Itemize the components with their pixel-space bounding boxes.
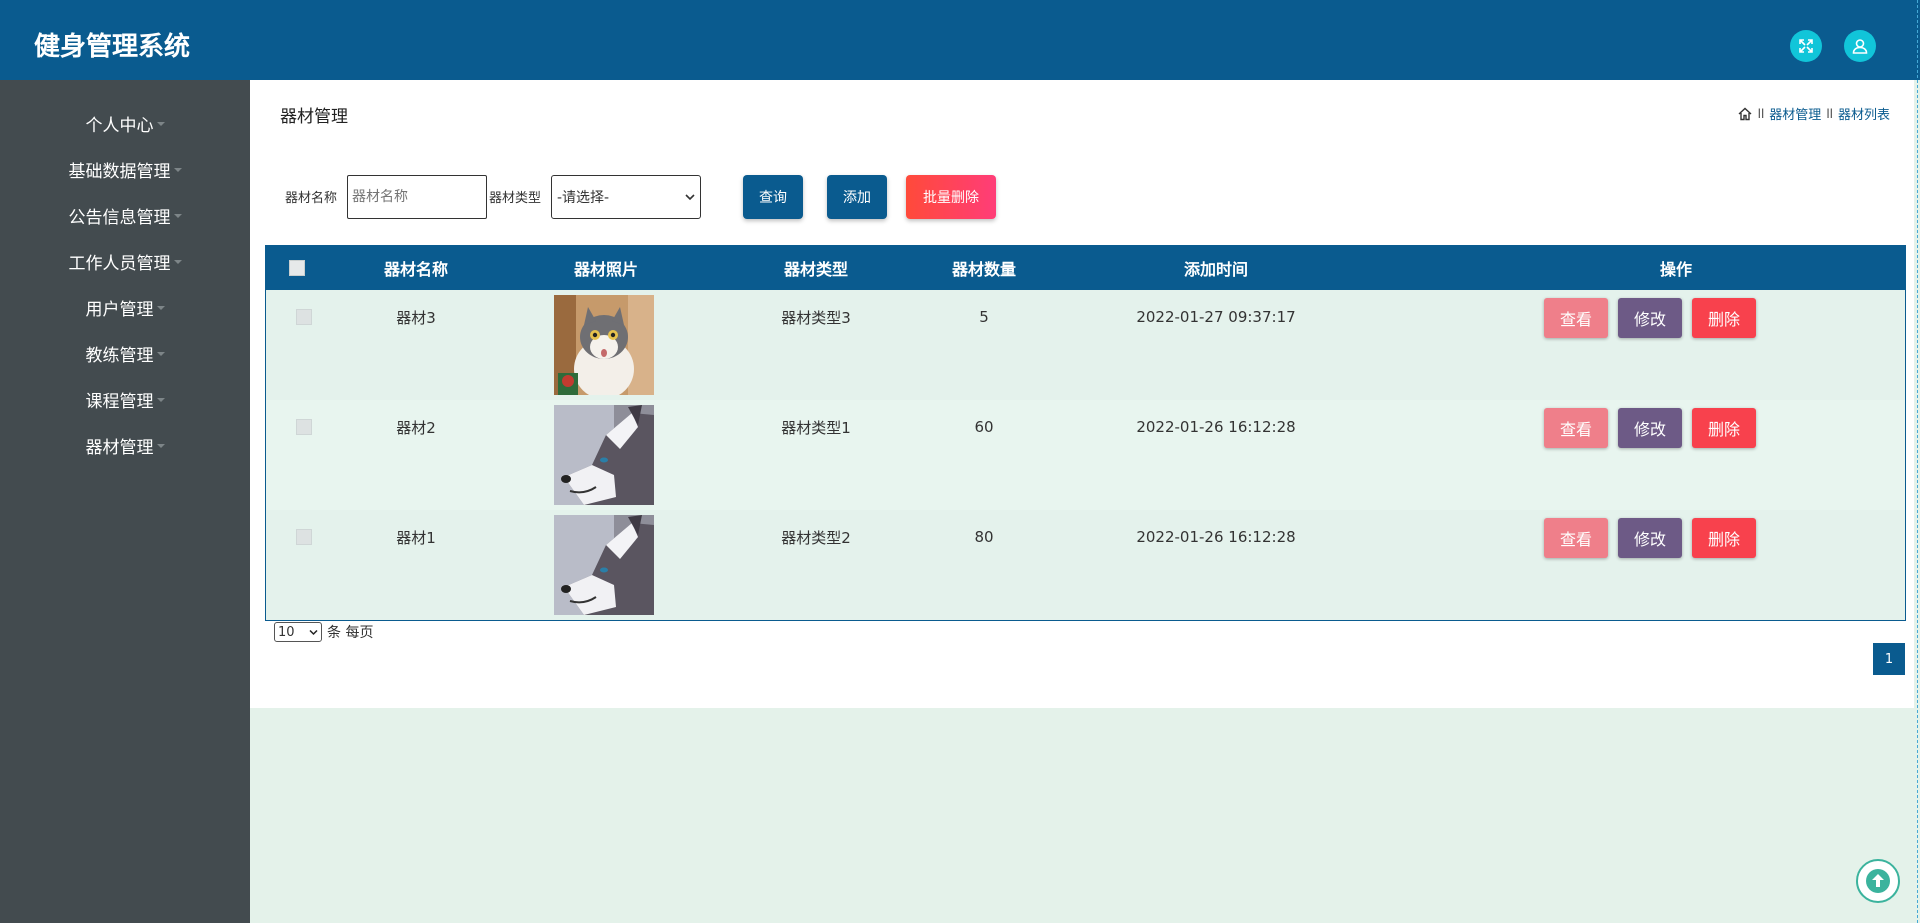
select-value: -请选择- — [557, 190, 610, 206]
chevron-down-icon — [173, 214, 182, 218]
chevron-down-icon — [156, 306, 165, 310]
cell-time: 2022-01-26 16:12:28 — [1136, 528, 1296, 546]
fullscreen-icon[interactable] — [1790, 30, 1822, 62]
sidebar-item-announcements[interactable]: 公告信息管理 — [0, 197, 250, 233]
cat-photo — [554, 295, 654, 395]
edit-button[interactable]: 修改 — [1618, 298, 1682, 338]
breadcrumb-equipment-list[interactable]: 器材列表 — [1838, 104, 1890, 123]
chevron-down-icon — [156, 398, 165, 402]
app-title: 健身管理系统 — [34, 32, 191, 62]
sidebar-item-label: 器材管理 — [85, 437, 154, 458]
home-icon[interactable] — [1737, 106, 1753, 122]
sidebar-item-label: 教练管理 — [85, 345, 154, 366]
equipment-name-input[interactable] — [347, 175, 487, 219]
page-size-select[interactable]: 10 — [274, 622, 322, 642]
sidebar: 个人中心 基础数据管理 公告信息管理 工作人员管理 用户管理 教练管理 课程管理… — [0, 80, 250, 923]
sidebar-item-label: 用户管理 — [85, 299, 154, 320]
col-photo-header: 器材照片 — [573, 260, 638, 279]
chevron-down-icon — [309, 629, 318, 635]
arrow-up-icon — [1866, 869, 1890, 893]
view-button[interactable]: 查看 — [1544, 298, 1608, 338]
sidebar-item-profile[interactable]: 个人中心 — [0, 105, 250, 141]
back-to-top-button[interactable] — [1856, 859, 1900, 903]
cell-type: 器材类型2 — [781, 528, 851, 547]
cell-type: 器材类型3 — [781, 308, 851, 327]
row-checkbox[interactable] — [296, 309, 312, 325]
batch-delete-button[interactable]: 批量删除 — [906, 175, 996, 219]
delete-button[interactable]: 删除 — [1692, 298, 1756, 338]
cell-quantity: 5 — [979, 308, 989, 326]
sidebar-item-coaches[interactable]: 教练管理 — [0, 335, 250, 371]
chevron-down-icon — [685, 194, 695, 201]
husky-photo — [554, 405, 654, 505]
page-size-suffix: 条 每页 — [327, 625, 374, 641]
sidebar-item-courses[interactable]: 课程管理 — [0, 381, 250, 417]
cell-type: 器材类型1 — [781, 418, 851, 437]
table-row: 器材1 器材类型2 80 2022-01-26 16:12:28 查看 修改 删… — [266, 510, 1905, 620]
page-button-current[interactable]: 1 — [1873, 643, 1905, 675]
chevron-down-icon — [156, 122, 165, 126]
equipment-table: 器材名称 器材照片 器材类型 器材数量 添加时间 操作 器材3 器材类型3 5 … — [265, 245, 1906, 621]
sidebar-item-basic-data[interactable]: 基础数据管理 — [0, 151, 250, 187]
chevron-down-icon — [156, 444, 165, 448]
col-time-header: 添加时间 — [1183, 260, 1248, 279]
equipment-name-label: 器材名称 — [285, 191, 338, 206]
page-size-control: 10 条 每页 — [274, 622, 373, 642]
select-all-checkbox[interactable] — [288, 246, 306, 290]
add-button[interactable]: 添加 — [827, 175, 887, 219]
table-row: 器材2 器材类型1 60 2022-01-26 16:12:28 查看 修改 删… — [266, 400, 1905, 510]
chevron-down-icon — [173, 168, 182, 172]
col-type-header: 器材类型 — [783, 260, 848, 279]
sidebar-item-equipment[interactable]: 器材管理 — [0, 427, 250, 463]
edit-button[interactable]: 修改 — [1618, 408, 1682, 448]
husky-photo — [554, 515, 654, 615]
table-row: 器材3 器材类型3 5 2022-01-27 09:37:17 查看 修改 删除 — [266, 290, 1905, 400]
col-quantity-header: 器材数量 — [951, 260, 1016, 279]
cell-name: 器材1 — [396, 528, 436, 547]
cell-name: 器材2 — [396, 418, 436, 437]
chevron-down-icon — [173, 260, 182, 264]
col-actions-header: 操作 — [1659, 260, 1692, 279]
chevron-down-icon — [156, 352, 165, 356]
page-title: 器材管理 — [280, 107, 348, 127]
cell-time: 2022-01-27 09:37:17 — [1136, 308, 1296, 326]
equipment-type-label: 器材类型 — [489, 191, 542, 206]
view-button[interactable]: 查看 — [1544, 408, 1608, 448]
row-checkbox[interactable] — [296, 529, 312, 545]
sidebar-item-label: 个人中心 — [85, 115, 154, 136]
equipment-type-select[interactable]: -请选择- — [551, 175, 701, 219]
edit-button[interactable]: 修改 — [1618, 518, 1682, 558]
query-button[interactable]: 查询 — [743, 175, 803, 219]
page-size-value: 10 — [278, 624, 295, 640]
top-header: 健身管理系统 — [0, 0, 1920, 80]
view-button[interactable]: 查看 — [1544, 518, 1608, 558]
row-checkbox[interactable] — [296, 419, 312, 435]
col-name-header: 器材名称 — [383, 260, 448, 279]
table-header: 器材名称 器材照片 器材类型 器材数量 添加时间 操作 — [266, 246, 1905, 290]
sidebar-item-users[interactable]: 用户管理 — [0, 289, 250, 325]
user-icon[interactable] — [1844, 30, 1876, 62]
breadcrumb-equipment-management[interactable]: 器材管理 — [1769, 104, 1821, 123]
sidebar-item-label: 课程管理 — [85, 391, 154, 412]
sidebar-item-label: 基础数据管理 — [68, 161, 171, 182]
cell-quantity: 80 — [974, 528, 994, 546]
sidebar-item-staff[interactable]: 工作人员管理 — [0, 243, 250, 279]
breadcrumb: ll 器材管理 ll 器材列表 — [1737, 104, 1890, 123]
cell-name: 器材3 — [396, 308, 436, 327]
cell-time: 2022-01-26 16:12:28 — [1136, 418, 1296, 436]
sidebar-item-label: 公告信息管理 — [68, 207, 171, 228]
delete-button[interactable]: 删除 — [1692, 518, 1756, 558]
cell-quantity: 60 — [974, 418, 994, 436]
breadcrumb-separator: ll — [1826, 106, 1833, 121]
breadcrumb-separator: ll — [1757, 106, 1765, 121]
sidebar-item-label: 工作人员管理 — [68, 253, 171, 274]
delete-button[interactable]: 删除 — [1692, 408, 1756, 448]
main-panel: 器材管理 ll 器材管理 ll 器材列表 器材名称 器材类型 -请选择- 查询 … — [250, 80, 1914, 708]
